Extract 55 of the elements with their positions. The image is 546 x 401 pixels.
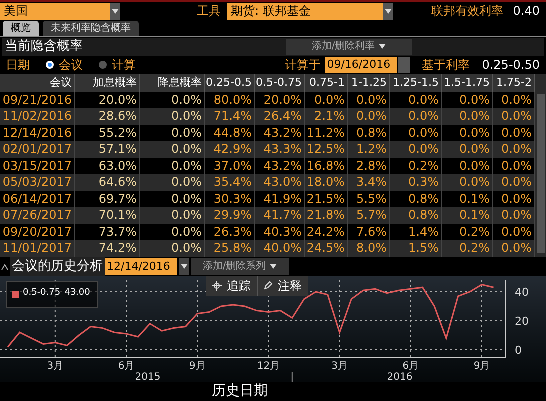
dropdown-arrow-button[interactable] [110,2,120,20]
instrument-label: 工具 [197,3,221,20]
track-button[interactable]: 追踪 [227,276,251,295]
scrollbar[interactable] [535,74,546,257]
radio-button[interactable] [46,60,54,69]
annotate-button[interactable]: 注释 [278,276,302,295]
tab[interactable]: 未来利率隐含概率 [43,20,139,36]
caret-down-icon [379,44,386,50]
y-tick-label: 40 [515,286,529,299]
x-tick-label: 12月 [257,360,280,372]
radio-label: 会议 [59,56,83,74]
legend-series-name: 0.5-0.75 [23,287,61,300]
table-cell: 24.5% [305,240,348,257]
radio-button[interactable] [99,60,107,69]
tab[interactable]: 概览 [3,20,39,36]
table-cell: 40.0% [255,240,305,257]
table-cell: 8.0% [348,240,390,257]
base-rate-value: 0.25-0.50 [482,56,540,74]
x-tick-label: 6月 [402,360,420,372]
history-date-field[interactable]: 12/14/2016 [105,258,177,276]
calc-date-field[interactable]: 09/16/2016 [325,56,398,73]
pencil-icon [264,281,273,290]
x-tick-label: 6月 [118,360,135,372]
section-title: 当前隐含概率 [4,38,84,56]
x-tick-label: 9月 [474,360,490,372]
collapse-icon[interactable] [0,262,10,271]
rate-value: 0.40 [513,3,540,20]
y-tick-label: 0 [515,344,522,357]
history-title: 会议的历史分析 [10,256,105,276]
year-label: 2016 [387,372,413,383]
table-cell: 0.2% [442,240,493,257]
base-rate-label: 基于利率 [422,56,470,74]
year-label: 2015 [135,372,161,383]
legend-value: 43.00 [64,287,90,300]
caret-down-icon [270,264,278,270]
calc-label: 计算于 [285,56,322,74]
instrument-dropdown[interactable]: 期货: 联邦基金 [227,2,383,20]
country-dropdown[interactable]: 美国 [0,2,110,20]
x-axis-title: 历史日期 [211,382,269,401]
dropdown-arrow-button[interactable] [179,258,189,276]
x-tick-label: 3月 [332,360,348,372]
x-tick-label: 9月 [189,360,206,372]
radio-label: 计算 [112,56,136,74]
caret-down-icon [112,8,118,14]
rate-label: 联邦有效利率 [431,3,504,20]
table-cell: 0.0% [140,240,205,257]
crosshair-icon [212,280,222,291]
date-label: 日期 [6,56,30,74]
table-cell: 1.5% [390,240,442,257]
y-tick-label: 20 [515,314,529,328]
dropdown-arrow-button[interactable] [383,2,393,20]
table-cell: 25.8% [205,240,255,257]
caret-down-icon [180,264,188,270]
caret-down-icon [384,8,392,14]
x-tick-label: 3月 [47,360,64,372]
